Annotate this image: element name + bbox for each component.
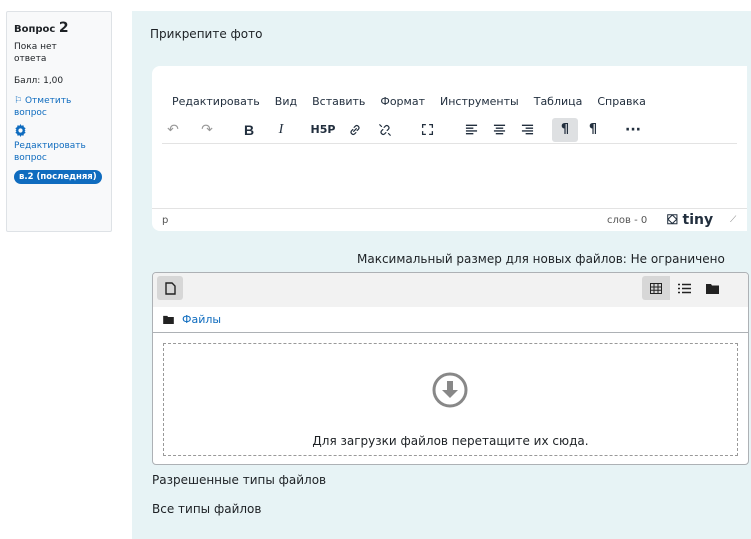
italic-icon[interactable]: I (270, 118, 292, 142)
ltr-icon[interactable]: ¶ (552, 117, 578, 142)
fullscreen-icon[interactable] (416, 118, 438, 142)
more-icon[interactable]: ··· (622, 118, 644, 142)
question-grade: Балл: 1,00 (14, 76, 64, 86)
gear-icon[interactable] (14, 124, 106, 140)
menu-insert[interactable]: Вставить (312, 95, 365, 108)
grid-view-icon[interactable] (642, 276, 670, 300)
menu-edit[interactable]: Редактировать (172, 95, 260, 108)
file-manager: Файлы Для загрузки файлов перетащите их … (152, 272, 749, 465)
rtl-icon[interactable]: ¶ (582, 118, 604, 142)
question-state: Пока нет ответа (14, 41, 106, 65)
bold-icon[interactable]: B (238, 118, 260, 142)
file-dropzone[interactable]: Для загрузки файлов перетащите их сюда. (163, 343, 738, 456)
view-switcher (642, 276, 726, 300)
flag-line-1: Отметить (24, 96, 72, 106)
align-left-icon[interactable] (460, 118, 482, 142)
folder-view-icon[interactable] (698, 276, 726, 300)
menu-table[interactable]: Таблица (534, 95, 583, 108)
question-label: Вопрос (14, 24, 56, 35)
files-folder-link[interactable]: Файлы (182, 313, 221, 326)
align-right-icon[interactable] (516, 118, 538, 142)
edit-line-2: вопрос (14, 153, 47, 163)
state-line-1: Пока нет (14, 42, 57, 52)
state-line-2: ответа (14, 54, 47, 64)
max-file-size: Максимальный размер для новых файлов: Не… (357, 252, 725, 266)
file-icon (164, 281, 176, 295)
rich-text-editor: Редактировать Вид Вставить Формат Инстру… (152, 66, 747, 231)
editor-menubar: Редактировать Вид Вставить Формат Инстру… (152, 66, 747, 112)
word-count[interactable]: слов - 0 (607, 215, 647, 226)
question-info: Вопрос 2 Пока нет ответа Балл: 1,00 ⚐ От… (6, 11, 112, 232)
question-content: Прикрепите фото Редактировать Вид Встави… (132, 11, 751, 539)
redo-icon[interactable]: ↷ (196, 118, 218, 142)
allowed-types-value: Все типы файлов (152, 502, 262, 516)
list-view-icon[interactable] (670, 276, 698, 300)
tiny-logo-text: tiny (682, 212, 714, 228)
menu-help[interactable]: Справка (597, 95, 645, 108)
unlink-icon[interactable] (374, 118, 396, 142)
link-icon[interactable] (344, 118, 366, 142)
editor-toolbar: ↶ ↷ B I H5P ¶ ¶ ··· (162, 116, 737, 144)
flag-icon: ⚐ (14, 96, 23, 106)
flag-line-2: вопрос (14, 108, 47, 118)
editor-statusbar: p слов - 0 ⛋ tiny ⟋ (152, 208, 747, 231)
allowed-types-label: Разрешенные типы файлов (152, 473, 327, 487)
file-path-bar: Файлы (153, 307, 748, 333)
align-center-icon[interactable] (488, 118, 510, 142)
question-prompt: Прикрепите фото (150, 27, 263, 41)
file-manager-toolbar (153, 273, 748, 307)
edit-question-link[interactable]: Редактировать вопрос (14, 140, 106, 164)
question-number-value: 2 (58, 20, 69, 36)
menu-view[interactable]: Вид (275, 95, 297, 108)
dropzone-text: Для загрузки файлов перетащите их сюда. (312, 434, 589, 448)
flag-question-link[interactable]: ⚐ Отметить вопрос (14, 95, 106, 119)
undo-icon[interactable]: ↶ (162, 118, 184, 142)
menu-format[interactable]: Формат (380, 95, 425, 108)
editor-text-area[interactable] (152, 145, 747, 206)
element-path[interactable]: p (162, 215, 168, 226)
resize-handle-icon[interactable]: ⟋ (730, 215, 736, 225)
question-number: Вопрос 2 (14, 20, 106, 36)
menu-tools[interactable]: Инструменты (440, 95, 519, 108)
h5p-icon[interactable]: H5P (310, 118, 336, 142)
tiny-logo-icon: ⛋ (667, 212, 678, 228)
edit-line-1: Редактировать (14, 141, 86, 151)
download-arrow-icon (432, 372, 468, 408)
add-file-button[interactable] (157, 276, 183, 300)
tiny-logo[interactable]: ⛋ tiny (667, 212, 713, 228)
version-badge: в.2 (последняя) (14, 170, 102, 184)
folder-icon (163, 315, 174, 324)
